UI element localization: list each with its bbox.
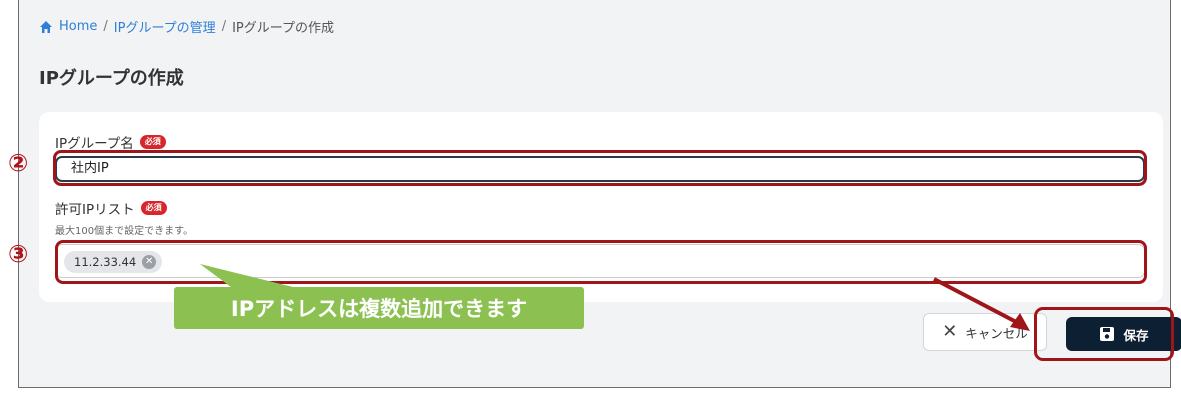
step-2-marker: ② xyxy=(8,149,29,177)
ip-list-label: 許可IPリスト 必須 xyxy=(55,198,167,218)
ip-group-name-label: IPグループ名 必須 xyxy=(55,132,166,152)
ip-list-hint: 最大100個まで設定できます。 xyxy=(55,226,194,237)
page-title: IPグループの作成 xyxy=(39,68,184,89)
callout-label: IPアドレスは複数追加できます xyxy=(174,287,584,329)
breadcrumb: Home / IPグループの管理 / IPグループの作成 xyxy=(39,17,334,36)
breadcrumb-separator: / xyxy=(221,19,227,34)
breadcrumb-home-link[interactable]: Home xyxy=(59,19,97,34)
breadcrumb-current: IPグループの作成 xyxy=(232,21,334,36)
ip-list-label-text: 許可IPリスト xyxy=(55,202,135,218)
breadcrumb-separator: / xyxy=(103,19,108,34)
home-icon xyxy=(40,20,52,33)
arrow-icon xyxy=(933,277,1030,331)
save-highlight xyxy=(1034,307,1174,361)
ip-group-name-label-text: IPグループ名 xyxy=(55,136,134,152)
required-badge: 必須 xyxy=(140,201,167,215)
breadcrumb-ip-group-manage-link[interactable]: IPグループの管理 xyxy=(114,17,216,36)
step-2-highlight xyxy=(53,150,1147,186)
required-badge: 必須 xyxy=(139,135,166,149)
step-3-marker: ③ xyxy=(8,240,29,268)
